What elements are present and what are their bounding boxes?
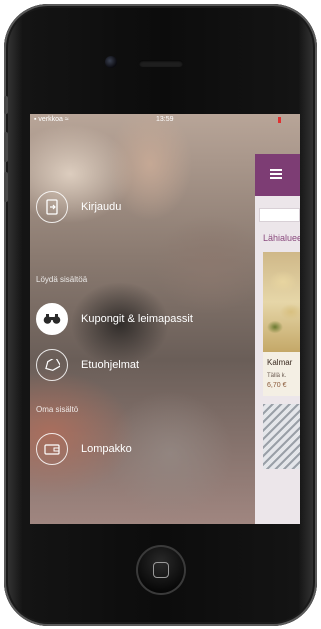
home-button[interactable] [136, 545, 186, 595]
menu-item-benefits[interactable]: Etuohjelmat [36, 349, 139, 381]
tag-icon [36, 349, 68, 381]
battery-icon [278, 117, 281, 123]
menu-item-login[interactable]: Kirjaudu [36, 191, 121, 223]
earpiece-speaker [139, 60, 183, 67]
home-square-icon [153, 562, 169, 578]
offer-card-secondary[interactable] [263, 404, 300, 469]
menu-item-wallet-label: Lompakko [81, 443, 132, 455]
screen: ▪ verkkoa ≈ 13:59 Kirjaudu Löydä sisältö… [30, 114, 300, 524]
mute-switch [4, 96, 8, 114]
front-camera [105, 56, 117, 68]
search-field[interactable] [259, 208, 300, 222]
hamburger-menu-icon[interactable] [270, 173, 282, 175]
binoculars-icon [36, 303, 68, 335]
section-own-content: Oma sisältö [36, 405, 79, 414]
offer-price: 6,70 € [267, 382, 287, 389]
side-menu: Kirjaudu Löydä sisältöä Kupongit & leima… [30, 114, 255, 524]
login-door-icon [36, 191, 68, 223]
menu-item-coupons[interactable]: Kupongit & leimapassit [36, 303, 193, 335]
app-header [255, 154, 300, 196]
menu-item-wallet[interactable]: Lompakko [36, 433, 132, 465]
volume-down-button [4, 172, 8, 202]
menu-item-login-label: Kirjaudu [81, 201, 122, 213]
offer-name: Kalmar [267, 358, 293, 367]
wallet-icon [36, 433, 68, 465]
offer-image-secondary [263, 404, 300, 469]
section-find-content: Löydä sisältöä [36, 275, 88, 284]
nearby-section-title: Lähialueen [263, 233, 300, 243]
volume-up-button [4, 132, 8, 162]
menu-item-benefits-label: Etuohjelmat [81, 359, 140, 371]
offer-image [263, 252, 300, 352]
offer-subtitle: Tällä k. [267, 373, 287, 379]
app-content-preview[interactable]: Lähialueen Kalmar Tällä k. 6,70 € [255, 154, 300, 524]
offer-card[interactable]: Kalmar Tällä k. 6,70 € [263, 252, 300, 396]
menu-item-coupons-label: Kupongit & leimapassit [81, 313, 193, 325]
